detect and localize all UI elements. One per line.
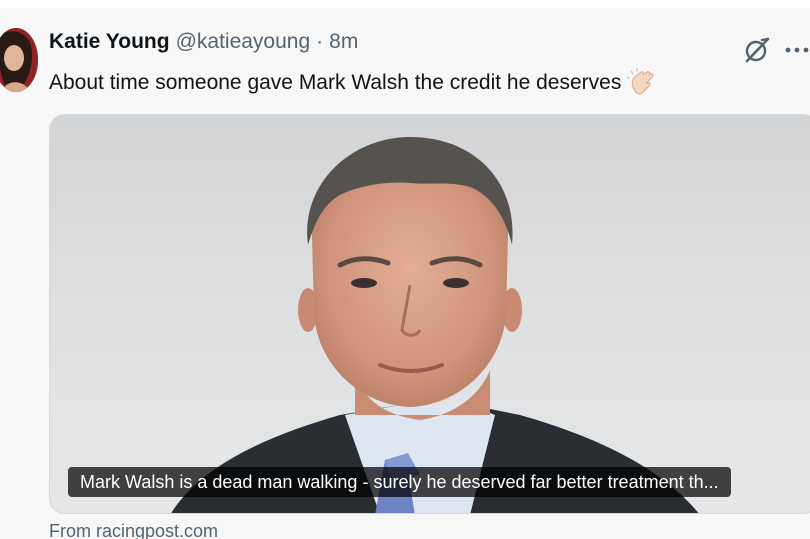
link-card[interactable]: Mark Walsh is a dead man walking - surel… [49,114,810,514]
card-source[interactable]: From racingpost.com [49,521,218,539]
separator: · [316,30,324,53]
article-photo [171,137,699,513]
top-strip [0,0,810,8]
author-handle[interactable]: @katieayoung [176,30,311,54]
more-options-icon[interactable] [784,38,810,62]
grok-icon[interactable] [743,36,771,64]
tweet[interactable]: Katie Young @katieayoung · 8m About time… [0,8,810,539]
timestamp[interactable]: 8m [329,30,358,54]
tweet-text-body: About time someone gave Mark Walsh the c… [49,71,622,94]
avatar[interactable] [0,28,38,92]
author-name[interactable]: Katie Young [49,30,170,54]
tweet-header: Katie Young @katieayoung · 8m [49,30,358,60]
card-headline[interactable]: Mark Walsh is a dead man walking - surel… [68,467,731,497]
tweet-text: About time someone gave Mark Walsh the c… [49,67,657,98]
clapping-hands-icon [626,67,657,98]
